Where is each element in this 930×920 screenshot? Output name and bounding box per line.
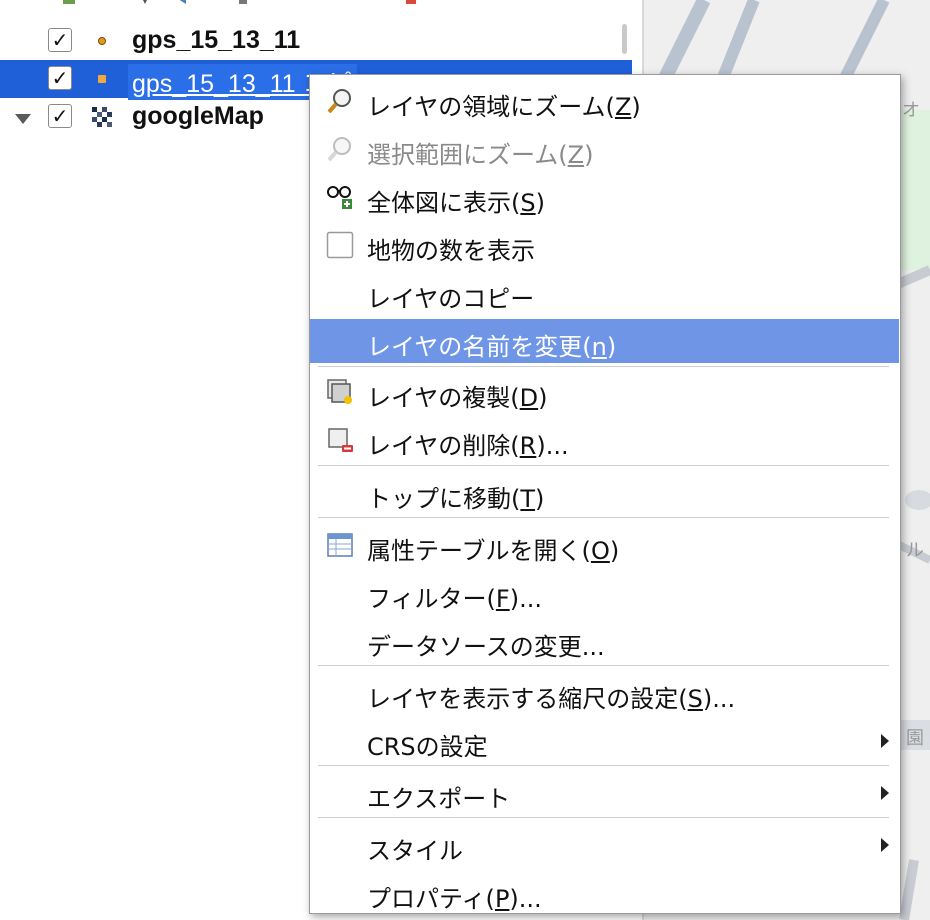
menu-item-set-scale-visibility[interactable]: レイヤを表示する縮尺の設定(S)...	[310, 671, 899, 715]
point-symbol-icon	[98, 37, 106, 45]
map-label: ル	[906, 540, 924, 561]
menu-item-export[interactable]: エクスポート	[310, 771, 899, 815]
menu-item-rename-layer[interactable]: レイヤの名前を変更(n)	[310, 319, 899, 363]
expand-arrow-icon[interactable]	[15, 114, 31, 124]
layers-toolbar	[0, 0, 642, 12]
menu-item-filter[interactable]: フィルター(F)...	[310, 571, 899, 615]
remove-layer-icon	[328, 428, 353, 452]
point-symbol-icon	[98, 75, 106, 83]
layer-visibility-checkbox[interactable]: ✓	[48, 28, 72, 52]
menu-item-duplicate-layer[interactable]: レイヤの複製(D)	[310, 370, 899, 414]
menu-item-move-to-top[interactable]: トップに移動(T)	[310, 471, 899, 515]
menu-item-show-in-overview[interactable]: 全体図に表示(S)	[310, 175, 899, 219]
menu-item-copy-layer[interactable]: レイヤのコピー	[310, 271, 899, 315]
duplicate-layer-icon	[327, 379, 352, 404]
layer-visibility-checkbox[interactable]: ✓	[48, 104, 72, 128]
menu-item-set-crs[interactable]: CRSの設定	[310, 719, 899, 763]
submenu-arrow-icon	[881, 838, 889, 852]
menu-item-zoom-to-selection: 選択範囲にズーム(Z)	[310, 127, 899, 171]
map-label: オ	[902, 100, 920, 121]
layer-visibility-checkbox[interactable]: ✓	[48, 66, 72, 90]
add-group-icon[interactable]	[62, 0, 76, 6]
menu-separator	[318, 665, 889, 666]
remove-layer-toolbar-icon[interactable]	[404, 0, 418, 6]
menu-item-zoom-to-layer[interactable]: レイヤの領域にズーム(Z)	[310, 79, 899, 123]
menu-item-remove-layer[interactable]: レイヤの削除(R)...	[310, 418, 899, 462]
attribute-table-icon	[327, 533, 353, 557]
menu-separator	[318, 817, 889, 818]
expand-all-icon[interactable]	[176, 0, 190, 6]
layer-context-menu: レイヤの領域にズーム(Z) 選択範囲にズーム(Z) 全体図に表示(S) 地物の数…	[309, 74, 901, 914]
zoom-to-layer-icon	[327, 89, 351, 114]
raster-layer-icon	[92, 107, 112, 127]
menu-item-properties[interactable]: プロパティ(P)...	[310, 871, 899, 915]
filter-legend-icon[interactable]	[138, 0, 152, 6]
layer-tree-scrollbar[interactable]	[622, 24, 627, 54]
menu-item-open-attribute-table[interactable]: 属性テーブルを開く(O)	[310, 523, 899, 567]
menu-separator	[318, 465, 889, 466]
menu-separator	[318, 366, 889, 367]
map-label: 園	[906, 728, 924, 749]
menu-separator	[318, 765, 889, 766]
submenu-arrow-icon	[881, 734, 889, 748]
menu-item-show-feature-count[interactable]: 地物の数を表示	[310, 223, 899, 267]
layer-row-gps[interactable]: ✓ gps_15_13_11	[0, 22, 632, 60]
menu-item-change-data-source[interactable]: データソースの変更...	[310, 619, 899, 663]
feature-count-checkbox[interactable]	[326, 231, 354, 259]
overview-glasses-icon	[327, 186, 352, 209]
menu-item-styles[interactable]: スタイル	[310, 823, 899, 867]
submenu-arrow-icon	[881, 786, 889, 800]
collapse-all-icon[interactable]	[236, 0, 250, 6]
zoom-to-selection-icon	[327, 137, 351, 162]
layer-name[interactable]: gps_15_13_11	[132, 26, 300, 55]
menu-separator	[318, 517, 889, 518]
layer-name[interactable]: googleMap	[132, 102, 264, 131]
